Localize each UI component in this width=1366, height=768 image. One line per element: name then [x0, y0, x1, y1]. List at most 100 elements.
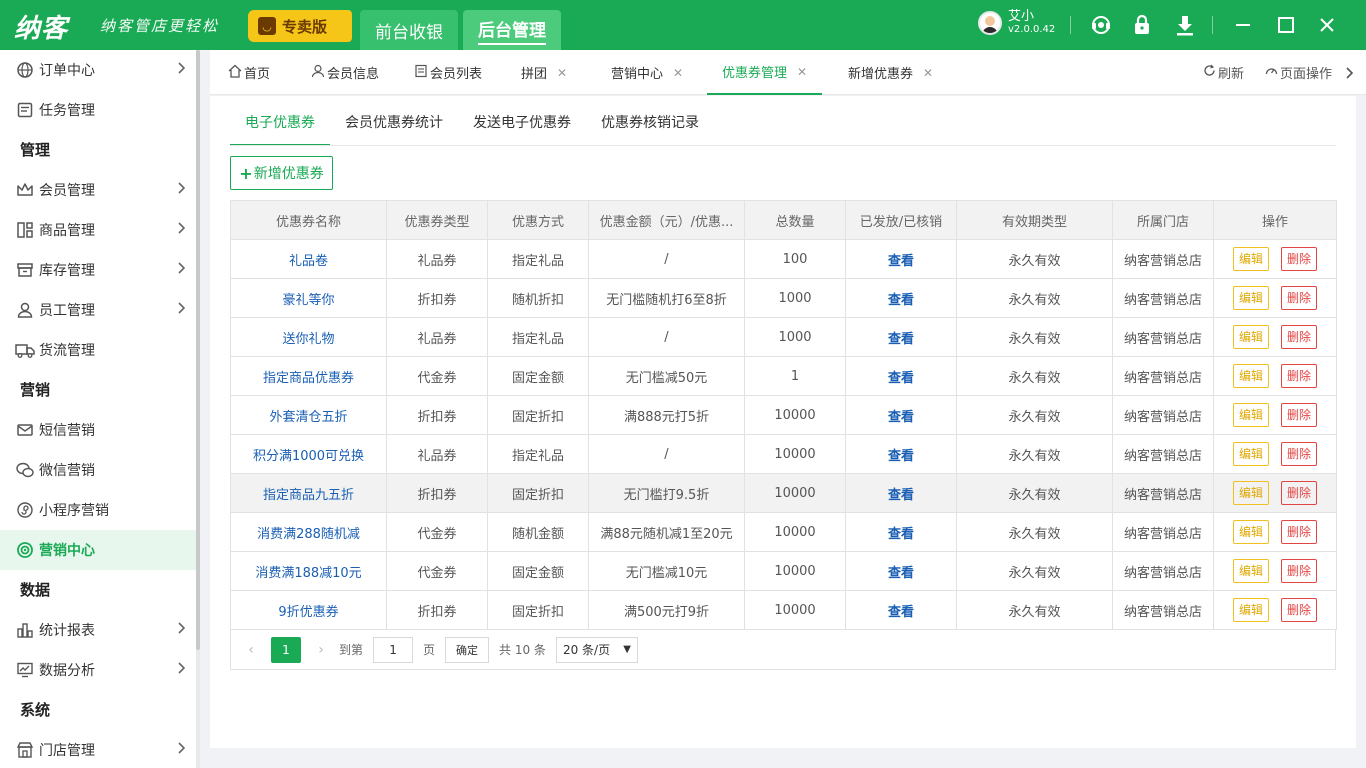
- subtab-redemption-records[interactable]: 优惠券核销记录: [601, 112, 699, 146]
- coupon-name-link[interactable]: 豪礼等你: [282, 293, 334, 308]
- maximize-icon[interactable]: [1273, 12, 1299, 38]
- delete-button[interactable]: 删除: [1281, 325, 1317, 349]
- lock-icon[interactable]: [1129, 12, 1155, 38]
- coupon-name-link[interactable]: 指定商品九五折: [263, 488, 354, 503]
- coupon-name-link[interactable]: 9折优惠券: [278, 605, 338, 620]
- subtab-send-coupon[interactable]: 发送电子优惠券: [473, 112, 571, 146]
- backend-management-tab[interactable]: 后台管理: [463, 10, 561, 50]
- edit-button[interactable]: 编辑: [1233, 364, 1269, 388]
- column-header[interactable]: 优惠金额（元）/优惠...: [588, 200, 745, 240]
- edit-button[interactable]: 编辑: [1233, 481, 1269, 505]
- edit-button[interactable]: 编辑: [1233, 559, 1269, 583]
- sidebar-item-product-management[interactable]: 商品管理: [0, 210, 196, 250]
- coupon-name-link[interactable]: 消费满188减10元: [255, 566, 361, 581]
- delete-button[interactable]: 删除: [1281, 598, 1317, 622]
- tab-member-info[interactable]: 会员信息: [311, 50, 379, 95]
- close-icon[interactable]: ✕: [673, 66, 683, 80]
- view-issued-link[interactable]: 查看: [888, 488, 914, 503]
- sidebar-item-inventory-management[interactable]: 库存管理: [0, 250, 196, 290]
- prev-page-icon[interactable]: ‹: [241, 642, 261, 658]
- view-issued-link[interactable]: 查看: [888, 293, 914, 308]
- column-header[interactable]: 优惠方式: [487, 200, 589, 240]
- edit-button[interactable]: 编辑: [1233, 520, 1269, 544]
- page-size-select[interactable]: 20 条/页 ▼: [555, 636, 638, 663]
- user-profile[interactable]: 艾小 v2.0.0.42: [978, 10, 1055, 36]
- column-header[interactable]: 操作: [1213, 200, 1337, 240]
- view-issued-link[interactable]: 查看: [888, 410, 914, 425]
- close-icon[interactable]: ✕: [797, 65, 807, 79]
- sidebar-item-wechat-marketing[interactable]: 微信营销: [0, 450, 196, 490]
- sidebar-item-data-analysis[interactable]: 数据分析: [0, 650, 196, 690]
- add-coupon-button[interactable]: + 新增优惠券: [230, 156, 333, 190]
- edit-button[interactable]: 编辑: [1233, 286, 1269, 310]
- tab-group-buy[interactable]: 拼团 ✕: [521, 50, 567, 95]
- sidebar-scrollbar[interactable]: [196, 50, 200, 768]
- view-issued-link[interactable]: 查看: [888, 254, 914, 269]
- delete-button[interactable]: 删除: [1281, 247, 1317, 271]
- current-page[interactable]: 1: [271, 636, 301, 663]
- coupon-name-link[interactable]: 消费满288随机减: [257, 527, 360, 542]
- sidebar-item-logistics-management[interactable]: 货流管理: [0, 330, 196, 370]
- close-icon[interactable]: [1314, 12, 1340, 38]
- scrollbar-thumb[interactable]: [196, 50, 200, 650]
- goto-page-input[interactable]: [373, 636, 414, 663]
- download-icon[interactable]: [1172, 12, 1198, 38]
- next-page-icon[interactable]: ›: [311, 642, 331, 658]
- column-header[interactable]: 有效期类型: [956, 200, 1113, 240]
- goto-confirm-button[interactable]: 确定: [445, 636, 490, 663]
- edit-button[interactable]: 编辑: [1233, 598, 1269, 622]
- coupon-name-link[interactable]: 外套清仓五折: [269, 410, 347, 425]
- sidebar-item-staff-management[interactable]: 员工管理: [0, 290, 196, 330]
- minimize-icon[interactable]: [1230, 12, 1256, 38]
- sidebar-item-member-management[interactable]: 会员管理: [0, 170, 196, 210]
- tab-member-list[interactable]: 会员列表: [414, 50, 482, 95]
- delete-button[interactable]: 删除: [1281, 520, 1317, 544]
- coupon-name-link[interactable]: 积分满1000可兑换: [253, 449, 364, 464]
- view-issued-link[interactable]: 查看: [888, 566, 914, 581]
- view-issued-link[interactable]: 查看: [888, 449, 914, 464]
- sidebar-item-sms-marketing[interactable]: 短信营销: [0, 410, 196, 450]
- coupon-name-link[interactable]: 送你礼物: [282, 332, 334, 347]
- sidebar-item-order-center[interactable]: 订单中心: [0, 50, 196, 90]
- sidebar-item-store-management[interactable]: 门店管理: [0, 730, 196, 768]
- delete-button[interactable]: 删除: [1281, 481, 1317, 505]
- page-operations-button[interactable]: 页面操作: [1265, 50, 1332, 95]
- column-header[interactable]: 所属门店: [1112, 200, 1214, 240]
- sidebar-item-marketing-center[interactable]: 营销中心: [0, 530, 196, 570]
- column-header[interactable]: 总数量: [744, 200, 846, 240]
- tab-marketing-center[interactable]: 营销中心 ✕: [611, 50, 683, 95]
- edition-badge[interactable]: ◡ 专卖版: [248, 10, 352, 42]
- view-issued-link[interactable]: 查看: [888, 605, 914, 620]
- view-issued-link[interactable]: 查看: [888, 371, 914, 386]
- edit-button[interactable]: 编辑: [1233, 325, 1269, 349]
- delete-button[interactable]: 删除: [1281, 442, 1317, 466]
- support-icon[interactable]: [1088, 12, 1114, 38]
- chevron-right-icon[interactable]: [1346, 50, 1354, 95]
- delete-button[interactable]: 删除: [1281, 286, 1317, 310]
- tab-add-coupon[interactable]: 新增优惠券 ✕: [848, 50, 933, 95]
- delete-button[interactable]: 删除: [1281, 403, 1317, 427]
- edit-button[interactable]: 编辑: [1233, 247, 1269, 271]
- subtab-member-coupon-stats[interactable]: 会员优惠券统计: [345, 112, 443, 146]
- tab-home[interactable]: 首页: [228, 50, 270, 95]
- edit-button[interactable]: 编辑: [1233, 403, 1269, 427]
- edit-button[interactable]: 编辑: [1233, 442, 1269, 466]
- delete-button[interactable]: 删除: [1281, 364, 1317, 388]
- subtab-electronic-coupon[interactable]: 电子优惠券: [230, 112, 330, 146]
- sidebar-item-task-management[interactable]: 任务管理: [0, 90, 196, 130]
- view-issued-link[interactable]: 查看: [888, 332, 914, 347]
- view-issued-link[interactable]: 查看: [888, 527, 914, 542]
- column-header[interactable]: 优惠券类型: [386, 200, 488, 240]
- close-icon[interactable]: ✕: [923, 66, 933, 80]
- tab-coupon-management[interactable]: 优惠券管理 ✕: [707, 50, 823, 95]
- coupon-name-link[interactable]: 指定商品优惠券: [263, 371, 354, 386]
- refresh-button[interactable]: 刷新: [1203, 50, 1244, 95]
- sidebar-item-statistics-report[interactable]: 统计报表: [0, 610, 196, 650]
- delete-button[interactable]: 删除: [1281, 559, 1317, 583]
- front-cashier-tab[interactable]: 前台收银: [360, 10, 458, 50]
- close-icon[interactable]: ✕: [557, 66, 567, 80]
- coupon-name-link[interactable]: 礼品卷: [289, 254, 328, 269]
- column-header[interactable]: 优惠券名称: [230, 200, 387, 240]
- sidebar-item-miniapp-marketing[interactable]: 小程序营销: [0, 490, 196, 530]
- column-header[interactable]: 已发放/已核销: [845, 200, 957, 240]
